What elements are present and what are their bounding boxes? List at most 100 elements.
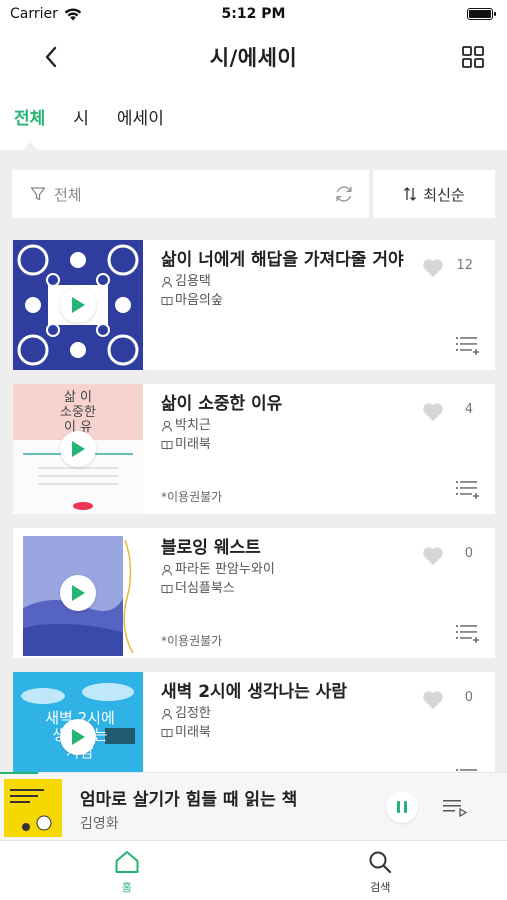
play-button[interactable] [60,431,96,467]
sort-button[interactable]: 최신순 [373,170,495,218]
book-author: 파라돈 판암누와이 [161,560,419,579]
book-publisher: 미래북 [161,435,419,454]
play-button[interactable] [60,287,96,323]
book-author: 김정한 [161,704,419,723]
play-icon [72,585,85,601]
sort-label: 최신순 [423,185,465,204]
like-count: 0 [464,690,473,705]
book-cover[interactable]: 새벽 2시에 생각나는 사람 [13,672,143,772]
tab-essay[interactable]: 에세이 [117,100,164,138]
tab-search-label: 검색 [370,881,391,894]
unavailable-note: *이용권불가 [161,490,223,504]
list-item[interactable]: 삶 이 소중한 이 유 삶이 소중한 이유 박치근 미래북 *이용권불가 4 [13,384,495,514]
publisher-name: 미래북 [175,437,211,452]
playlist-add-icon[interactable] [455,479,481,501]
book-title[interactable]: 새벽 2시에 생각나는 사람 [161,680,419,704]
playlist-add-icon[interactable] [455,623,481,645]
book-info: 블로잉 웨스트 파라돈 판암누와이 더심플북스 [161,536,419,598]
book-cover[interactable] [13,528,143,658]
list-item[interactable]: 새벽 2시에 생각나는 사람 새벽 2시에 생각나는 사람 김정한 미래북 0 [13,672,495,772]
bottom-tab-bar: 홈 검색 [0,840,507,900]
play-icon [72,297,85,313]
pause-icon [397,801,407,813]
status-left: Carrier [10,6,82,22]
filter-button[interactable]: 전체 [12,170,369,218]
book-info: 새벽 2시에 생각나는 사람 김정한 미래북 [161,680,419,742]
active-tab-indicator [22,142,37,150]
back-button[interactable] [34,40,68,74]
now-playing-cover[interactable] [4,779,62,837]
pause-button[interactable] [386,791,418,823]
unavailable-note: *이용권불가 [161,634,223,648]
filter-bar: 전체 최신순 [12,170,495,218]
list-item[interactable]: 블로잉 웨스트 파라돈 판암누와이 더심플북스 *이용권불가 0 [13,528,495,658]
grid-icon [462,46,484,68]
like-count: 12 [456,258,473,273]
author-name: 김정한 [175,706,211,721]
book-list: 삶이 너에게 해답을 가져다줄 거야 김용택 마음의숲 12 삶 이 소중한 이… [13,240,495,772]
tab-all[interactable]: 전체 [14,100,46,150]
search-icon [369,851,392,874]
book-icon [161,728,173,738]
play-button[interactable] [60,575,96,611]
author-name: 김용택 [175,274,211,289]
playlist-add-icon[interactable] [455,335,481,357]
heart-icon[interactable] [421,688,445,712]
person-icon [161,708,173,720]
carrier-label: Carrier [10,6,58,22]
book-icon [161,440,173,450]
author-name: 박치근 [175,418,211,433]
tab-all-label: 전체 [14,109,46,129]
publisher-name: 미래북 [175,725,211,740]
tab-home[interactable]: 홈 [0,841,254,900]
battery-icon [467,8,496,20]
playlist-icon[interactable] [440,793,468,821]
book-icon [161,296,173,306]
book-publisher: 미래북 [161,723,419,742]
cover-title: 삶 이 소중한 이 유 [60,390,96,435]
book-info: 삶이 소중한 이유 박치근 미래북 [161,392,419,454]
book-publisher: 마음의숲 [161,291,419,310]
person-icon [161,276,173,288]
refresh-icon[interactable] [333,183,355,205]
like-count: 0 [464,546,473,561]
heart-icon[interactable] [421,400,445,424]
book-cover[interactable] [13,240,143,370]
page-title: 시/에세이 [209,46,298,70]
filter-icon [30,187,46,201]
heart-icon[interactable] [421,256,445,280]
like-count: 4 [464,402,473,417]
mini-player[interactable]: 엄마로 살기가 힘들 때 읽는 책 김영화 [0,772,507,840]
book-title[interactable]: 삶이 소중한 이유 [161,392,419,416]
publisher-name: 더심플북스 [175,581,235,596]
publisher-name: 마음의숲 [175,293,223,308]
status-bar: Carrier 5:12 PM [0,0,507,28]
grid-view-button[interactable] [457,41,489,73]
chevron-left-icon [45,46,57,68]
book-author: 박치근 [161,416,419,435]
book-publisher: 더심플북스 [161,579,419,598]
tab-home-label: 홈 [121,881,132,894]
person-icon [161,564,173,576]
nav-bar: 시/에세이 [0,28,507,86]
book-title[interactable]: 삶이 너에게 해답을 가져다줄 거야 [161,248,419,272]
filter-label: 전체 [54,185,82,204]
tab-poetry[interactable]: 시 [73,100,89,138]
book-info: 삶이 너에게 해답을 가져다줄 거야 김용택 마음의숲 [161,248,419,310]
sort-icon [404,187,417,201]
playback-progress [0,772,39,774]
author-name: 파라돈 판암누와이 [175,562,275,577]
now-playing-author: 김영화 [80,816,119,832]
category-tabs: 전체 시 에세이 [0,100,507,150]
list-item[interactable]: 삶이 너에게 해답을 가져다줄 거야 김용택 마음의숲 12 [13,240,495,370]
play-button[interactable] [60,719,96,755]
tab-essay-label: 에세이 [116,109,164,129]
book-title[interactable]: 블로잉 웨스트 [161,536,419,560]
person-icon [161,420,173,432]
now-playing-cover-art [4,779,62,837]
tab-search[interactable]: 검색 [254,841,507,900]
heart-icon[interactable] [421,544,445,568]
tab-poetry-label: 시 [73,109,89,129]
home-icon [115,851,139,873]
book-cover[interactable]: 삶 이 소중한 이 유 [13,384,143,514]
